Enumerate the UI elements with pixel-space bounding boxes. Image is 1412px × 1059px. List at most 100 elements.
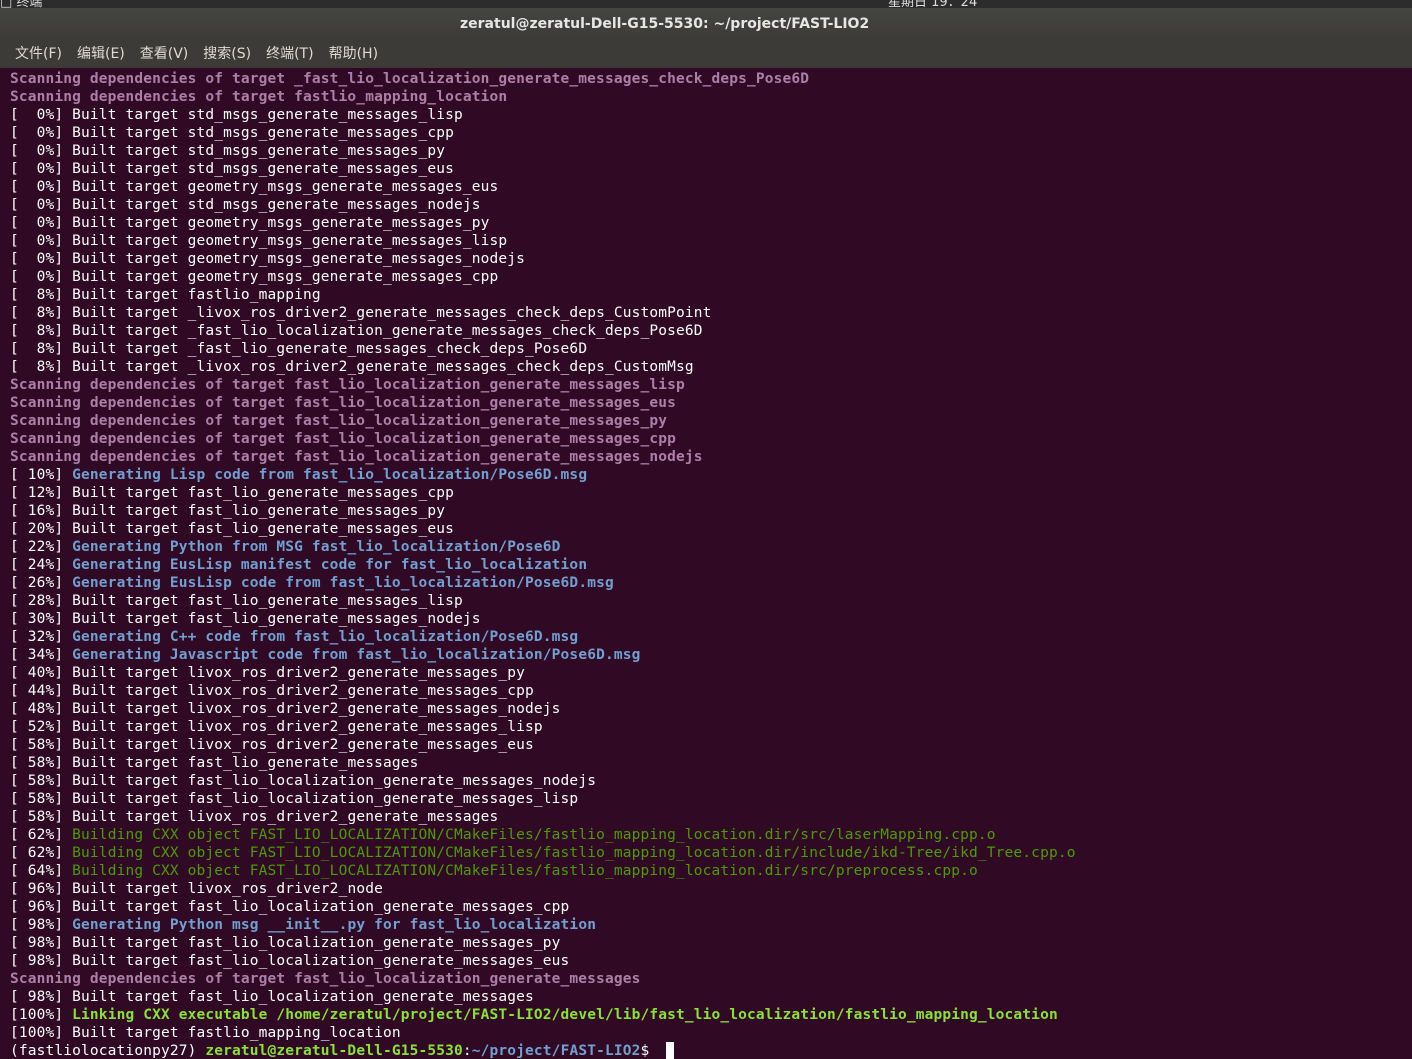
line-text: Scanning dependencies of target fast_lio… bbox=[10, 449, 703, 465]
line-text: Built target std_msgs_generate_messages_… bbox=[72, 125, 455, 141]
progress-prefix: [ 16%] bbox=[10, 503, 73, 519]
menu-help[interactable]: 帮助(H) bbox=[321, 40, 385, 68]
text-cursor bbox=[666, 1042, 675, 1059]
menu-search[interactable]: 搜索(S) bbox=[195, 40, 258, 68]
menu-terminal[interactable]: 终端(T) bbox=[258, 40, 320, 68]
progress-prefix: [ 0%] bbox=[10, 179, 73, 195]
progress-prefix: [ 44%] bbox=[10, 683, 73, 699]
terminal-line: [ 28%] Built target fast_lio_generate_me… bbox=[10, 592, 1410, 610]
progress-prefix: [ 58%] bbox=[10, 737, 73, 753]
progress-prefix: [ 96%] bbox=[10, 881, 73, 897]
prompt-symbol: $ bbox=[640, 1043, 659, 1059]
line-text: Built target fastlio_mapping_location bbox=[72, 1025, 401, 1041]
terminal-line: [ 62%] Building CXX object FAST_LIO_LOCA… bbox=[10, 844, 1410, 862]
progress-prefix: [ 10%] bbox=[10, 467, 73, 483]
progress-prefix: [ 8%] bbox=[10, 341, 73, 357]
terminal-line: [ 64%] Building CXX object FAST_LIO_LOCA… bbox=[10, 862, 1410, 880]
terminal-line: [100%] Linking CXX executable /home/zera… bbox=[10, 1006, 1410, 1024]
terminal-line: [ 96%] Built target livox_ros_driver2_no… bbox=[10, 880, 1410, 898]
line-text: Built target livox_ros_driver2_generate_… bbox=[72, 701, 561, 717]
progress-prefix: [ 96%] bbox=[10, 899, 73, 915]
progress-prefix: [ 98%] bbox=[10, 935, 73, 951]
progress-prefix: [ 62%] bbox=[10, 845, 73, 861]
line-text: Built target geometry_msgs_generate_mess… bbox=[72, 251, 526, 267]
progress-prefix: [ 28%] bbox=[10, 593, 73, 609]
terminal-line: [ 62%] Building CXX object FAST_LIO_LOCA… bbox=[10, 826, 1410, 844]
terminal-line: Scanning dependencies of target fastlio_… bbox=[10, 88, 1410, 106]
terminal-line: [ 58%] Built target livox_ros_driver2_ge… bbox=[10, 736, 1410, 754]
line-text: Built target geometry_msgs_generate_mess… bbox=[72, 215, 490, 231]
terminal-line: [ 32%] Generating C++ code from fast_lio… bbox=[10, 628, 1410, 646]
progress-prefix: [ 98%] bbox=[10, 917, 73, 933]
terminal-line: Scanning dependencies of target fast_lio… bbox=[10, 970, 1410, 988]
terminal-line: [ 20%] Built target fast_lio_generate_me… bbox=[10, 520, 1410, 538]
terminal-line: [ 0%] Built target geometry_msgs_generat… bbox=[10, 178, 1410, 196]
progress-prefix: [ 98%] bbox=[10, 989, 73, 1005]
progress-prefix: [ 0%] bbox=[10, 215, 73, 231]
line-text: Built target fast_lio_localization_gener… bbox=[72, 899, 570, 915]
progress-prefix: [ 0%] bbox=[10, 107, 73, 123]
window-title-bar[interactable]: zeratul@zeratul-Dell-G15-5530: ~/project… bbox=[0, 8, 1412, 40]
progress-prefix: [100%] bbox=[10, 1025, 73, 1041]
progress-prefix: [ 64%] bbox=[10, 863, 73, 879]
menu-edit[interactable]: 编辑(E) bbox=[69, 40, 132, 68]
line-text: Built target fast_lio_localization_gener… bbox=[72, 989, 534, 1005]
progress-prefix: [ 26%] bbox=[10, 575, 73, 591]
line-text: Generating Lisp code from fast_lio_local… bbox=[72, 467, 588, 483]
progress-prefix: [ 58%] bbox=[10, 773, 73, 789]
line-text: Built target fast_lio_generate_messages bbox=[72, 755, 419, 771]
line-text: Built target std_msgs_generate_messages_… bbox=[72, 143, 446, 159]
line-text: Built target livox_ros_driver2_node bbox=[72, 881, 383, 897]
terminal-line: Scanning dependencies of target fast_lio… bbox=[10, 376, 1410, 394]
progress-prefix: [ 0%] bbox=[10, 233, 73, 249]
prompt-path: ~/project/FAST-LIO2 bbox=[471, 1043, 641, 1059]
progress-prefix: [ 8%] bbox=[10, 323, 73, 339]
terminal-line: [ 8%] Built target _fast_lio_localizatio… bbox=[10, 322, 1410, 340]
line-text: Built target livox_ros_driver2_generate_… bbox=[72, 683, 534, 699]
line-text: Built target _fast_lio_localization_gene… bbox=[72, 323, 703, 339]
terminal-line: [ 16%] Built target fast_lio_generate_me… bbox=[10, 502, 1410, 520]
terminal-line: [ 0%] Built target std_msgs_generate_mes… bbox=[10, 124, 1410, 142]
line-text: Built target geometry_msgs_generate_mess… bbox=[72, 233, 508, 249]
prompt-line[interactable]: (fastliolocationpy27) zeratul@zeratul-De… bbox=[10, 1042, 1410, 1059]
terminal-line: [ 8%] Built target _livox_ros_driver2_ge… bbox=[10, 304, 1410, 322]
terminal-line: [ 58%] Built target fast_lio_localizatio… bbox=[10, 772, 1410, 790]
terminal-line: [ 0%] Built target geometry_msgs_generat… bbox=[10, 232, 1410, 250]
terminal-line: [ 34%] Generating Javascript code from f… bbox=[10, 646, 1410, 664]
terminal-line: [ 22%] Generating Python from MSG fast_l… bbox=[10, 538, 1410, 556]
menu-view[interactable]: 查看(V) bbox=[132, 40, 196, 68]
terminal-line: [ 10%] Generating Lisp code from fast_li… bbox=[10, 466, 1410, 484]
line-text: Built target fast_lio_localization_gener… bbox=[72, 935, 561, 951]
line-text: Generating Python from MSG fast_lio_loca… bbox=[72, 539, 561, 555]
terminal-line: [ 24%] Generating EusLisp manifest code … bbox=[10, 556, 1410, 574]
progress-prefix: [ 12%] bbox=[10, 485, 73, 501]
terminal-line: [ 0%] Built target std_msgs_generate_mes… bbox=[10, 142, 1410, 160]
line-text: Generating Javascript code from fast_lio… bbox=[72, 647, 641, 663]
terminal-line: [ 0%] Built target std_msgs_generate_mes… bbox=[10, 106, 1410, 124]
line-text: Built target std_msgs_generate_messages_… bbox=[72, 197, 481, 213]
top-bar-app-label[interactable]: □ 终端 bbox=[0, 0, 42, 8]
progress-prefix: [ 8%] bbox=[10, 305, 73, 321]
line-text: Scanning dependencies of target _fast_li… bbox=[10, 71, 810, 87]
line-text: Scanning dependencies of target fast_lio… bbox=[10, 413, 668, 429]
progress-prefix: [ 48%] bbox=[10, 701, 73, 717]
terminal-line: [ 52%] Built target livox_ros_driver2_ge… bbox=[10, 718, 1410, 736]
line-text: Generating EusLisp code from fast_lio_lo… bbox=[72, 575, 614, 591]
terminal-line: [100%] Built target fastlio_mapping_loca… bbox=[10, 1024, 1410, 1042]
terminal-line: [ 58%] Built target fast_lio_localizatio… bbox=[10, 790, 1410, 808]
terminal-line: [ 0%] Built target geometry_msgs_generat… bbox=[10, 268, 1410, 286]
menu-file[interactable]: 文件(F) bbox=[0, 40, 69, 68]
line-text: Built target fast_lio_generate_messages_… bbox=[72, 485, 455, 501]
line-text: Built target livox_ros_driver2_generate_… bbox=[72, 665, 526, 681]
terminal-line: [ 98%] Built target fast_lio_localizatio… bbox=[10, 988, 1410, 1006]
line-text: Built target livox_ros_driver2_generate_… bbox=[72, 737, 534, 753]
top-bar-clock[interactable]: 星期日 19：24 bbox=[888, 0, 977, 8]
progress-prefix: [ 0%] bbox=[10, 251, 73, 267]
line-text: Built target fast_lio_generate_messages_… bbox=[72, 611, 481, 627]
progress-prefix: [ 0%] bbox=[10, 143, 73, 159]
terminal-output[interactable]: Scanning dependencies of target _fast_li… bbox=[10, 70, 1410, 1059]
line-text: Built target fast_lio_localization_gener… bbox=[72, 773, 597, 789]
terminal-line: Scanning dependencies of target fast_lio… bbox=[10, 412, 1410, 430]
terminal-line: [ 58%] Built target livox_ros_driver2_ge… bbox=[10, 808, 1410, 826]
line-text: Built target fast_lio_localization_gener… bbox=[72, 953, 570, 969]
